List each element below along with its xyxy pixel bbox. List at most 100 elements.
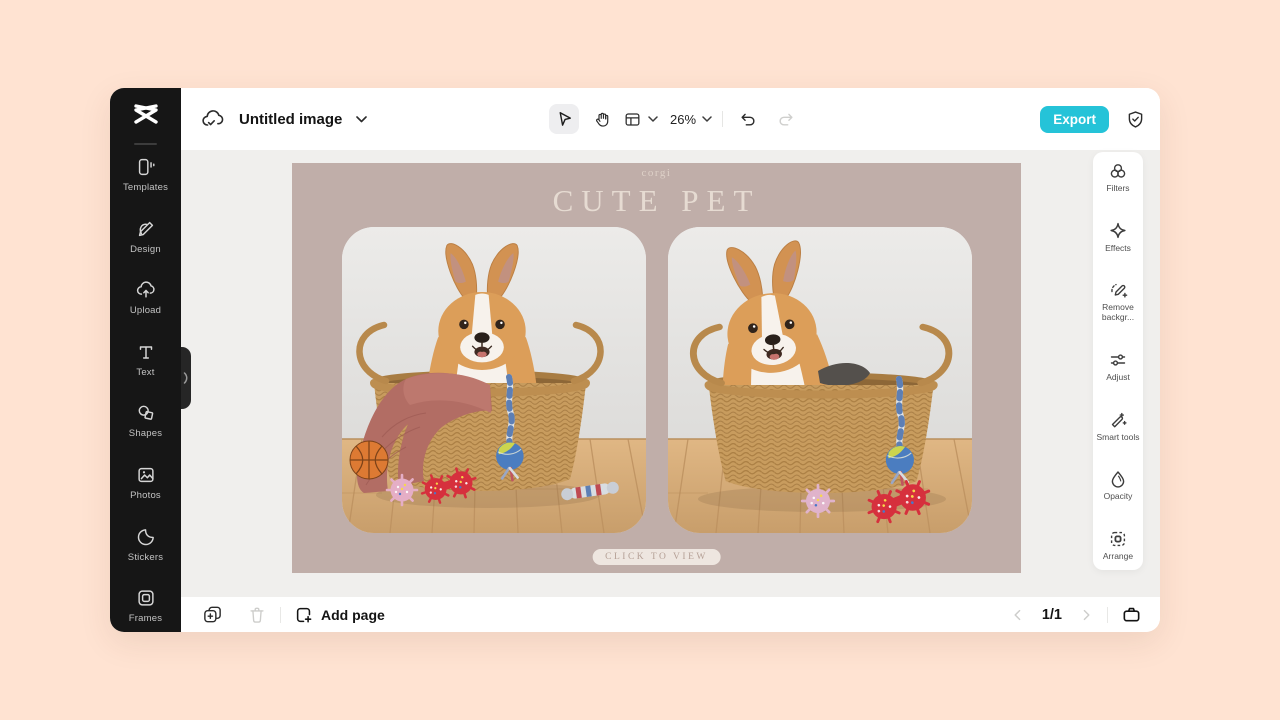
canvas[interactable]: corgi CUTE PET bbox=[292, 163, 1021, 573]
stickers-icon bbox=[135, 526, 157, 548]
capcut-logo-icon bbox=[110, 99, 181, 129]
effects-star-icon bbox=[1108, 221, 1128, 241]
screen: Templates Design Upload bbox=[0, 0, 1280, 720]
cursor-icon bbox=[554, 109, 574, 129]
tool-label: Opacity bbox=[1094, 491, 1142, 501]
page-indicator: 1/1 bbox=[1042, 607, 1062, 623]
click-to-view-button[interactable]: CLICK TO VIEW bbox=[592, 549, 721, 565]
tool-label: Adjust bbox=[1094, 372, 1142, 382]
sidebar-item-photos[interactable]: Photos bbox=[110, 458, 181, 520]
bottombar-divider bbox=[1107, 607, 1108, 623]
arrange-icon bbox=[1108, 529, 1128, 549]
briefcase-icon bbox=[1121, 604, 1142, 625]
sidebar-item-label: Frames bbox=[129, 613, 162, 624]
tool-arrange[interactable]: Arrange bbox=[1093, 529, 1143, 561]
tool-filters[interactable]: Filters bbox=[1093, 161, 1143, 193]
export-button[interactable]: Export bbox=[1040, 106, 1109, 133]
magic-wand-icon bbox=[1108, 410, 1128, 430]
frames-icon bbox=[135, 587, 157, 609]
filters-icon bbox=[1108, 161, 1128, 181]
app-window: Templates Design Upload bbox=[110, 88, 1160, 632]
undo-button[interactable] bbox=[733, 104, 763, 134]
canvas-size-control[interactable] bbox=[623, 110, 658, 129]
sidebar-item-label: Shapes bbox=[129, 428, 162, 439]
bottombar: Add page 1/1 bbox=[181, 597, 1160, 632]
toolbar-divider bbox=[722, 111, 723, 127]
sidebar-collapse-handle[interactable] bbox=[181, 347, 191, 409]
chevron-left-icon bbox=[1010, 607, 1026, 623]
file-menu-chevron-icon[interactable] bbox=[356, 116, 367, 123]
next-page-button[interactable] bbox=[1078, 607, 1094, 623]
zoom-level: 26% bbox=[670, 112, 696, 127]
design-icon bbox=[135, 218, 157, 240]
sidebar-item-label: Templates bbox=[123, 182, 168, 193]
text-icon bbox=[135, 341, 157, 363]
bottombar-divider bbox=[280, 607, 281, 623]
sidebar-item-frames[interactable]: Frames bbox=[110, 581, 181, 643]
photos-icon bbox=[135, 464, 157, 486]
sidebar-item-label: Stickers bbox=[128, 552, 163, 563]
zoom-control[interactable]: 26% bbox=[670, 112, 712, 127]
file-name[interactable]: Untitled image bbox=[239, 111, 342, 128]
left-sidebar: Templates Design Upload bbox=[110, 88, 181, 632]
chevron-handle-icon bbox=[182, 370, 190, 386]
chevron-down-icon bbox=[702, 116, 712, 122]
photo-corgi-right[interactable] bbox=[668, 227, 972, 533]
hand-icon bbox=[593, 110, 612, 129]
shapes-icon bbox=[135, 402, 157, 424]
canvas-subtitle-text[interactable]: corgi bbox=[292, 167, 1021, 179]
canvas-title-text[interactable]: CUTE PET bbox=[292, 183, 1021, 219]
templates-icon bbox=[135, 156, 157, 178]
shield-check-icon[interactable] bbox=[1125, 109, 1146, 130]
sidebar-item-label: Upload bbox=[130, 305, 161, 316]
duplicate-page-button[interactable] bbox=[202, 604, 223, 625]
sidebar-item-label: Design bbox=[130, 244, 161, 255]
chevron-right-icon bbox=[1078, 607, 1094, 623]
hand-tool-button[interactable] bbox=[587, 104, 617, 134]
preview-button[interactable] bbox=[1121, 604, 1142, 625]
redo-icon bbox=[776, 109, 796, 129]
add-page-button[interactable]: Add page bbox=[294, 605, 385, 625]
duplicate-icon bbox=[202, 604, 223, 625]
sidebar-item-stickers[interactable]: Stickers bbox=[110, 520, 181, 582]
tool-effects[interactable]: Effects bbox=[1093, 221, 1143, 253]
corgi-in-basket-photo bbox=[342, 227, 646, 533]
sidebar-nav: Templates Design Upload bbox=[110, 150, 181, 643]
tool-label: Remove backgr... bbox=[1094, 302, 1142, 322]
undo-icon bbox=[738, 109, 758, 129]
remove-background-icon bbox=[1108, 280, 1128, 300]
opacity-droplet-icon bbox=[1108, 469, 1128, 489]
cloud-saved-icon[interactable] bbox=[201, 108, 225, 130]
select-tool-button[interactable] bbox=[549, 104, 579, 134]
tool-label: Arrange bbox=[1094, 551, 1142, 561]
canvas-layout-icon bbox=[623, 110, 642, 129]
chevron-down-icon bbox=[648, 116, 658, 122]
photo-corgi-left[interactable] bbox=[342, 227, 646, 533]
corgi-in-basket-photo bbox=[668, 227, 972, 533]
prev-page-button[interactable] bbox=[1010, 607, 1026, 623]
sidebar-item-design[interactable]: Design bbox=[110, 212, 181, 274]
sidebar-item-templates[interactable]: Templates bbox=[110, 150, 181, 212]
sidebar-item-shapes[interactable]: Shapes bbox=[110, 396, 181, 458]
workspace: corgi CUTE PET bbox=[181, 150, 1160, 597]
adjust-sliders-icon bbox=[1108, 350, 1128, 370]
topbar: Untitled image bbox=[181, 88, 1160, 150]
sidebar-item-upload[interactable]: Upload bbox=[110, 273, 181, 335]
add-page-icon bbox=[294, 605, 314, 625]
tool-label: Smart tools bbox=[1094, 432, 1142, 442]
tool-label: Filters bbox=[1094, 183, 1142, 193]
right-tools-panel: Filters Effects Remove backgr... bbox=[1093, 152, 1143, 570]
trash-icon bbox=[247, 605, 267, 625]
sidebar-item-label: Photos bbox=[130, 490, 161, 501]
tool-opacity[interactable]: Opacity bbox=[1093, 469, 1143, 501]
tool-smart-tools[interactable]: Smart tools bbox=[1093, 410, 1143, 442]
redo-button[interactable] bbox=[771, 104, 801, 134]
tool-remove-background[interactable]: Remove backgr... bbox=[1093, 280, 1143, 322]
tool-label: Effects bbox=[1094, 243, 1142, 253]
tool-adjust[interactable]: Adjust bbox=[1093, 350, 1143, 382]
delete-page-button[interactable] bbox=[247, 605, 267, 625]
upload-icon bbox=[135, 279, 157, 301]
sidebar-item-text[interactable]: Text bbox=[110, 335, 181, 397]
sidebar-divider bbox=[134, 143, 157, 145]
sidebar-item-label: Text bbox=[136, 367, 154, 378]
